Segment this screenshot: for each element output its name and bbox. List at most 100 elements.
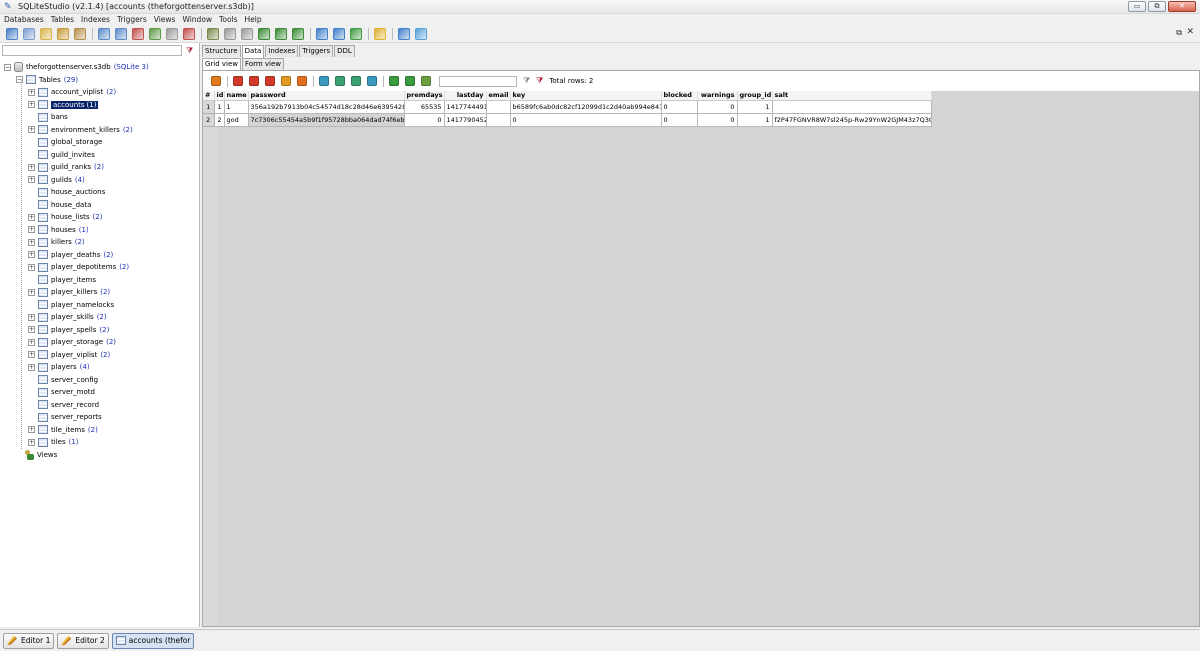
tab-form-view[interactable]: Form view xyxy=(242,58,285,70)
table-row[interactable]: 2 2 god 7c7306c55454a5b9f1f95728bba064dad74… xyxy=(203,113,932,127)
table-node-server_reports[interactable]: server_reports xyxy=(28,411,102,423)
cell-id[interactable]: 2 xyxy=(214,113,225,127)
menu-indexes[interactable]: Indexes xyxy=(81,15,110,24)
cell-lastday[interactable]: 1417790452 xyxy=(444,113,487,127)
import-icon[interactable] xyxy=(333,28,345,40)
tab-triggers[interactable]: Triggers xyxy=(299,45,334,57)
import-grid-icon[interactable] xyxy=(405,76,415,86)
table-node-killers[interactable]: + killers (2) xyxy=(28,236,85,248)
expand-icon[interactable]: + xyxy=(28,313,35,321)
table-node-players[interactable]: + players (4) xyxy=(28,361,90,373)
cell-key[interactable]: b6589fc6ab0dc82cf12099d1c2d40ab994e8410c xyxy=(510,100,662,114)
tree-filter-input[interactable] xyxy=(2,45,182,56)
expand-icon[interactable]: + xyxy=(28,363,35,371)
expand-icon[interactable]: + xyxy=(28,351,35,358)
table-node-player_storage[interactable]: + player_storage (2) xyxy=(28,336,116,348)
database-node[interactable]: − theforgottenserver.s3db (SQLite 3) xyxy=(4,61,149,73)
tab-data[interactable]: Data xyxy=(241,45,265,58)
export-grid-icon[interactable] xyxy=(389,76,399,86)
cell-id[interactable]: 1 xyxy=(214,100,225,114)
table-node-global_storage[interactable]: global_storage xyxy=(28,136,102,148)
cell-email[interactable] xyxy=(486,100,511,114)
tables-folder-node[interactable]: − Tables (29) xyxy=(16,74,78,86)
filter-icon[interactable]: ⧩ xyxy=(523,76,530,86)
expand-icon[interactable]: + xyxy=(28,213,35,221)
table-node-player_deaths[interactable]: + player_deaths (2) xyxy=(28,249,113,261)
rollback-icon[interactable] xyxy=(297,76,307,86)
column-header-email[interactable]: email xyxy=(486,91,511,101)
table-node-server_record[interactable]: server_record xyxy=(28,399,99,411)
filter-clear-icon[interactable]: ⧩ xyxy=(536,76,543,86)
delete-view-icon[interactable] xyxy=(292,28,304,40)
delete-db-icon[interactable] xyxy=(74,28,86,40)
restore-button[interactable]: ⧉ xyxy=(1148,1,1166,12)
open-editor-icon[interactable] xyxy=(374,28,386,40)
expand-icon[interactable]: + xyxy=(28,426,35,433)
taskbar-item-editor-2[interactable]: Editor 2 xyxy=(57,632,109,649)
table-node-server_config[interactable]: server_config xyxy=(28,374,98,386)
table-node-player_items[interactable]: player_items xyxy=(28,274,96,286)
taskbar-item-accounts-thefor[interactable]: accounts (thefor xyxy=(111,632,195,649)
cell-password[interactable]: 356a192b7913b04c54574d18c28d46e6395428ab xyxy=(248,100,405,114)
menu-views[interactable]: Views xyxy=(154,15,176,24)
taskbar-item-editor-1[interactable]: Editor 1 xyxy=(3,632,55,649)
edit-db-icon[interactable] xyxy=(57,28,69,40)
edit-index-icon[interactable] xyxy=(166,28,178,40)
cell-salt[interactable] xyxy=(772,100,932,114)
views-folder-node[interactable]: Views xyxy=(24,449,57,461)
chart-icon[interactable] xyxy=(421,76,431,86)
table-node-house_auctions[interactable]: house_auctions xyxy=(28,186,105,198)
column-header-warnings[interactable]: warnings xyxy=(697,91,738,101)
table-node-accounts[interactable]: + accounts (1) xyxy=(28,99,99,111)
last-page-icon[interactable] xyxy=(367,76,377,86)
column-header-premdays[interactable]: premdays xyxy=(404,91,445,101)
expand-icon[interactable]: + xyxy=(28,338,35,346)
column-header-lastday[interactable]: lastday xyxy=(444,91,487,101)
expand-icon[interactable]: + xyxy=(28,238,35,246)
new-trigger-icon[interactable] xyxy=(207,28,219,40)
table-node-bans[interactable]: bans xyxy=(28,111,68,123)
grid-filter-input[interactable] xyxy=(439,75,517,87)
cell-password[interactable]: 7c7306c55454a5b9f1f95728bba064dad74f6eb1 xyxy=(248,113,405,127)
table-node-player_namelocks[interactable]: player_namelocks xyxy=(28,299,114,311)
cell-blocked[interactable]: 0 xyxy=(661,100,698,114)
export-icon[interactable] xyxy=(350,28,362,40)
tab-indexes[interactable]: Indexes xyxy=(265,45,299,57)
cell-lastday[interactable]: 1417744491 xyxy=(444,100,487,114)
table-node-environment_killers[interactable]: + environment_killers (2) xyxy=(28,124,133,136)
insert-row-icon[interactable] xyxy=(249,76,259,86)
cell-name[interactable]: 1 xyxy=(224,100,249,114)
column-header-rownum[interactable]: # xyxy=(203,91,215,101)
disconnect-icon[interactable] xyxy=(23,28,35,40)
sql-editor-icon[interactable] xyxy=(316,28,328,40)
delete-trigger-icon[interactable] xyxy=(241,28,253,40)
table-node-guild_ranks[interactable]: + guild_ranks (2) xyxy=(28,161,104,173)
delete-row-icon[interactable] xyxy=(265,76,275,86)
table-node-player_viplist[interactable]: + player_viplist (2) xyxy=(28,349,110,361)
expand-icon[interactable]: + xyxy=(28,163,35,171)
column-header-blocked[interactable]: blocked xyxy=(661,91,698,101)
table-node-player_spells[interactable]: + player_spells (2) xyxy=(28,324,109,336)
expand-icon[interactable]: + xyxy=(28,176,35,183)
first-page-icon[interactable] xyxy=(319,76,329,86)
expand-icon[interactable]: + xyxy=(28,226,35,233)
table-node-guilds[interactable]: + guilds (4) xyxy=(28,174,85,186)
table-node-account_viplist[interactable]: + account_viplist (2) xyxy=(28,86,116,98)
menu-tools[interactable]: Tools xyxy=(219,15,237,24)
cell-group_id[interactable]: 1 xyxy=(737,113,773,127)
cell-warnings[interactable]: 0 xyxy=(697,113,738,127)
new-view-icon[interactable] xyxy=(258,28,270,40)
prev-page-icon[interactable] xyxy=(335,76,345,86)
cell-email[interactable] xyxy=(486,113,511,127)
expand-icon[interactable]: + xyxy=(28,251,35,258)
mdi-restore-icon[interactable]: ⧉ xyxy=(1176,28,1182,38)
commit-icon[interactable] xyxy=(281,76,291,86)
connect-icon[interactable] xyxy=(6,28,18,40)
menu-databases[interactable]: Databases xyxy=(4,15,44,24)
tab-grid-view[interactable]: Grid view xyxy=(202,58,242,70)
tab-ddl[interactable]: DDL xyxy=(334,45,355,57)
config-icon[interactable] xyxy=(398,28,410,40)
column-header-key[interactable]: key xyxy=(510,91,662,101)
column-header-id[interactable]: id xyxy=(214,91,225,101)
cell-blocked[interactable]: 0 xyxy=(661,113,698,127)
